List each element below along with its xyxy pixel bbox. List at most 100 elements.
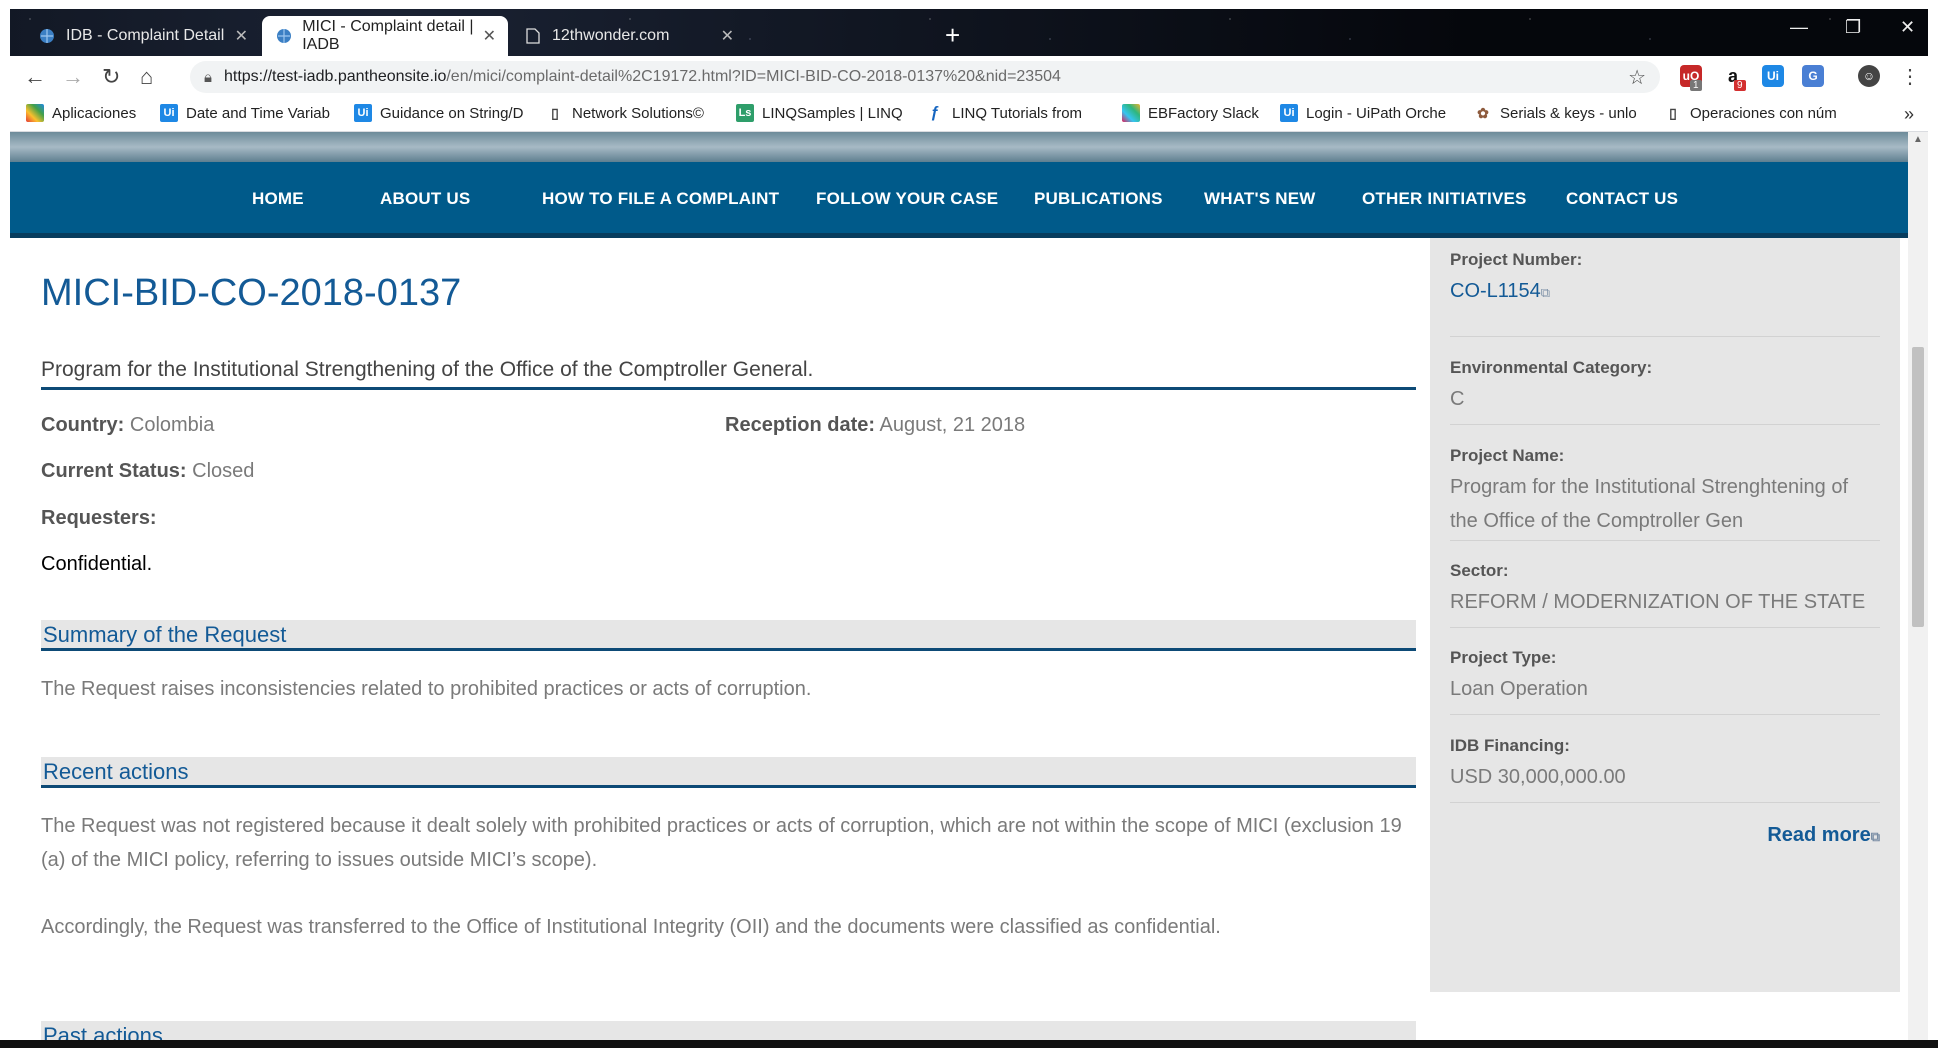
serials-icon: ✿ — [1477, 104, 1489, 121]
sector-item: Sector: REFORM / MODERNIZATION OF THE ST… — [1450, 561, 1880, 619]
summary-heading: Summary of the Request — [41, 620, 1416, 651]
divider — [1450, 424, 1880, 425]
status-field: Current Status: Closed — [41, 460, 254, 483]
project-name-value: Program for the Institutional Strenghten… — [1450, 476, 1849, 532]
read-more-label: Read more — [1767, 824, 1871, 846]
sector-value: REFORM / MODERNIZATION OF THE STATE — [1450, 591, 1866, 613]
idb-financing-label: IDB Financing: — [1450, 736, 1570, 755]
bookmark-label: LINQSamples | LINQ — [762, 104, 903, 122]
bookmark-star-icon[interactable]: ☆ — [1628, 65, 1646, 90]
translate-extension-icon[interactable]: G — [1802, 65, 1824, 87]
browser-tab-bar: IDB - Complaint Detail ✕ MICI - Complain… — [10, 9, 1928, 56]
uipath-icon: Ui — [354, 104, 372, 122]
country-value: Colombia — [129, 414, 215, 436]
case-id-heading: MICI-BID-CO-2018-0137 — [41, 272, 462, 314]
web-page: HOME ABOUT US HOW TO FILE A COMPLAINT FO… — [10, 132, 1928, 1048]
minimize-icon[interactable]: — — [1790, 17, 1808, 38]
forward-arrow-icon[interactable]: → — [62, 64, 84, 90]
reload-icon[interactable]: ↻ — [102, 64, 120, 90]
back-arrow-icon[interactable]: ← — [24, 64, 46, 90]
lock-icon: 🔒︎ — [204, 68, 212, 86]
close-tab-icon[interactable]: ✕ — [483, 26, 496, 46]
project-type-label: Project Type: — [1450, 648, 1557, 667]
bookmark-ebfactory-slack[interactable]: EBFactory Slack — [1122, 104, 1259, 122]
nav-contact-us[interactable]: CONTACT US — [1566, 189, 1678, 209]
tab-mici-complaint-detail[interactable]: MICI - Complaint detail | IADB ✕ — [262, 16, 508, 56]
close-window-icon[interactable]: ✕ — [1900, 17, 1915, 38]
nav-follow-your-case[interactable]: FOLLOW YOUR CASE — [816, 189, 998, 209]
bookmark-label: LINQ Tutorials from — [952, 104, 1083, 122]
tab-title: MICI - Complaint detail | IADB — [302, 18, 474, 53]
bookmark-linq-tutorials[interactable]: ƒ LINQ Tutorials from — [926, 104, 1083, 122]
tab-title: IDB - Complaint Detail — [66, 27, 225, 44]
bookmark-label: Network Solutions© — [572, 104, 704, 122]
project-name-label: Project Name: — [1450, 446, 1565, 465]
bookmarks-bar: Aplicaciones Ui Date and Time Variab Ui … — [10, 98, 1928, 132]
new-tab-button[interactable]: + — [945, 21, 960, 49]
bookmark-network-solutions[interactable]: ▯ Network Solutions© — [546, 104, 704, 122]
tab-12thwonder[interactable]: 12thwonder.com ✕ — [510, 16, 746, 56]
idb-globe-icon — [38, 27, 56, 45]
project-number-value: CO-L1154 — [1450, 280, 1541, 302]
read-more-link[interactable]: Read more⧉ — [1767, 824, 1880, 847]
linq-icon: Ls — [736, 104, 754, 122]
apps-grid-icon — [26, 104, 44, 122]
reception-date-field: Reception date: August, 21 2018 — [725, 414, 1025, 437]
bookmark-guidance-string[interactable]: Ui Guidance on String/D — [354, 104, 523, 122]
extension-badge: 1 — [1690, 80, 1702, 91]
nav-how-to-file[interactable]: HOW TO FILE A COMPLAINT — [542, 189, 779, 209]
uipath-extension-icon[interactable]: Ui — [1762, 65, 1784, 87]
sector-label: Sector: — [1450, 561, 1509, 580]
tab-idb-complaint-detail[interactable]: IDB - Complaint Detail ✕ — [24, 16, 260, 56]
environmental-category-value: C — [1450, 388, 1465, 410]
external-link-icon: ⧉ — [1870, 829, 1880, 844]
nav-publications[interactable]: PUBLICATIONS — [1034, 189, 1163, 209]
bookmark-label: Serials & keys - unlo — [1500, 104, 1637, 122]
nav-whats-new[interactable]: WHAT'S NEW — [1204, 189, 1316, 209]
bookmark-label: EBFactory Slack — [1148, 104, 1259, 122]
tab-title: 12thwonder.com — [552, 27, 670, 44]
bookmark-uipath-orchestrator[interactable]: Ui Login - UiPath Orche — [1280, 104, 1446, 122]
hero-banner — [10, 132, 1908, 162]
close-tab-icon[interactable]: ✕ — [721, 26, 734, 46]
bookmark-operaciones[interactable]: ▯ Operaciones con núm — [1664, 104, 1837, 122]
divider — [1450, 714, 1880, 715]
menu-kebab-icon[interactable]: ⋮ — [1900, 64, 1920, 90]
bookmarks-overflow-icon[interactable]: » — [1904, 104, 1914, 125]
project-number-label: Project Number: — [1450, 250, 1583, 269]
status-value: Closed — [192, 460, 255, 482]
project-type-value: Loan Operation — [1450, 678, 1588, 700]
tutorials-icon: ƒ — [930, 104, 940, 121]
home-icon[interactable]: ⌂ — [140, 64, 153, 90]
project-number-link[interactable]: CO-L1154⧉ — [1450, 274, 1880, 310]
idb-financing-value: USD 30,000,000.00 — [1450, 766, 1626, 788]
scrollbar-thumb[interactable] — [1912, 347, 1924, 627]
page-scrollbar[interactable]: ▲ — [1908, 132, 1928, 1048]
bookmark-date-time[interactable]: Ui Date and Time Variab — [160, 104, 330, 122]
bookmark-serials-keys[interactable]: ✿ Serials & keys - unlo — [1474, 104, 1637, 122]
browser-toolbar: ← → ↻ ⌂ 🔒︎ https://test-iadb.pantheonsit… — [10, 56, 1928, 98]
summary-text: The Request raises inconsistencies relat… — [41, 678, 812, 700]
restore-window-icon[interactable]: ❐ — [1845, 17, 1861, 38]
divider — [1450, 627, 1880, 628]
reception-date-value: August, 21 2018 — [879, 414, 1026, 436]
project-number-item: Project Number: CO-L1154⧉ — [1450, 250, 1880, 310]
nav-home[interactable]: HOME — [252, 189, 304, 209]
profile-avatar[interactable]: ☺ — [1858, 65, 1880, 87]
slack-icon — [1122, 104, 1140, 122]
status-label: Current Status: — [41, 460, 187, 482]
os-taskbar — [0, 1040, 1938, 1048]
nav-other-initiatives[interactable]: OTHER INITIATIVES — [1362, 189, 1527, 209]
divider — [1450, 336, 1880, 337]
address-bar[interactable]: 🔒︎ https://test-iadb.pantheonsite.io/en/… — [190, 61, 1660, 93]
bookmark-apps[interactable]: Aplicaciones — [26, 104, 136, 122]
recent-actions-heading: Recent actions — [41, 757, 1416, 788]
country-field: Country: Colombia — [41, 414, 214, 437]
case-title: Program for the Institutional Strengthen… — [41, 358, 1416, 390]
scroll-up-icon[interactable]: ▲ — [1913, 134, 1923, 145]
divider — [1450, 802, 1880, 803]
bookmark-linqsamples[interactable]: Ls LINQSamples | LINQ — [736, 104, 903, 122]
country-label: Country: — [41, 414, 125, 436]
close-tab-icon[interactable]: ✕ — [235, 26, 248, 46]
nav-about-us[interactable]: ABOUT US — [380, 189, 470, 209]
